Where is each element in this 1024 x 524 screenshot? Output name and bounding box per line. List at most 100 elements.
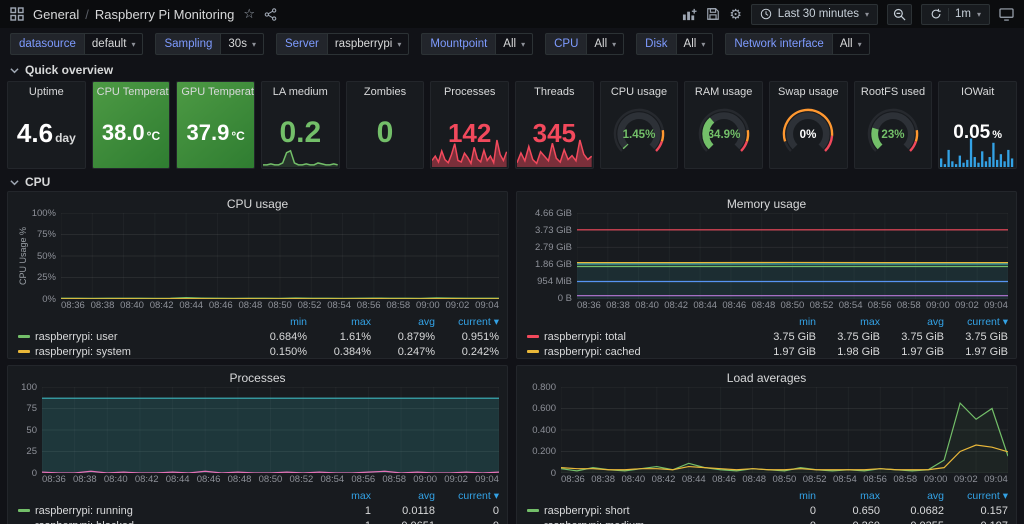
x-tick-label: 09:04 [475, 300, 499, 311]
x-tick-label: 09:00 [413, 474, 437, 485]
stat-content: 38.0°C [93, 98, 170, 168]
panel-title[interactable]: RAM usage [685, 82, 762, 98]
legend-sort-min[interactable]: min [752, 316, 816, 328]
panel-title[interactable]: CPU usage [601, 82, 678, 98]
variable-value-dropdown[interactable]: All ▾ [676, 33, 714, 55]
stat-value: 0.05% [953, 122, 1002, 144]
panel-title[interactable]: IOWait [939, 82, 1016, 98]
legend-sort-current[interactable]: current ▾ [944, 316, 1008, 328]
variable-current-value: All [684, 38, 697, 50]
row-toggle-quick-overview[interactable]: Quick overview [0, 61, 1024, 79]
zoom-out-button[interactable] [887, 4, 912, 25]
legend-series-name[interactable]: raspberrypi: total [544, 331, 626, 343]
legend-series-name[interactable]: raspberrypi: system [35, 346, 131, 358]
variable-current-value: All [503, 38, 516, 50]
panel-title[interactable]: Zombies [347, 82, 424, 98]
legend-series-name[interactable]: raspberrypi: user [35, 331, 118, 343]
button-divider [948, 8, 949, 21]
panel-title[interactable]: Threads [516, 82, 593, 98]
add-panel-icon[interactable] [682, 7, 697, 22]
panel-title[interactable]: Swap usage [770, 82, 847, 98]
legend-sort-max[interactable]: max [307, 490, 371, 502]
save-dashboard-icon[interactable] [706, 7, 720, 21]
legend-series-swatch[interactable] [527, 509, 539, 512]
row-toggle-cpu[interactable]: CPU [0, 173, 1024, 191]
x-tick-label: 08:58 [893, 474, 917, 485]
legend-sort-min[interactable]: min [752, 490, 816, 502]
x-tick-label: 08:54 [833, 474, 857, 485]
breadcrumb-dashboard-title[interactable]: Raspberry Pi Monitoring [95, 7, 234, 22]
panel-title[interactable]: Processes [431, 82, 508, 98]
chevron-down-icon: ▾ [701, 40, 705, 49]
panel-title[interactable]: Uptime [8, 82, 85, 98]
x-tick-label: 08:38 [91, 300, 115, 311]
star-icon[interactable]: ☆ [243, 6, 255, 22]
x-tick-label: 08:50 [268, 300, 292, 311]
legend-series-swatch[interactable] [18, 335, 30, 338]
legend-series-swatch[interactable] [527, 350, 539, 353]
stat-panel-cpu-usage: CPU usage 1.45% [600, 81, 679, 169]
legend-sort-avg[interactable]: avg [880, 316, 944, 328]
x-tick-label: 08:56 [351, 474, 375, 485]
legend-series-swatch[interactable] [527, 335, 539, 338]
legend-sort-avg[interactable]: avg [371, 490, 435, 502]
legend-sort-current[interactable]: current ▾ [944, 490, 1008, 502]
legend-sort-min[interactable]: min [243, 316, 307, 328]
panel-title[interactable]: CPU Temperat... [93, 82, 170, 98]
legend-series-name[interactable]: raspberrypi: medium [544, 520, 644, 524]
legend-sort-max[interactable]: max [816, 490, 880, 502]
plot-area[interactable] [577, 213, 1008, 299]
panel-title[interactable]: Processes [16, 369, 499, 387]
legend-sort-current[interactable]: current ▾ [435, 316, 499, 328]
variable-value-dropdown[interactable]: All▾ [495, 33, 533, 55]
legend-sort-max[interactable]: max [307, 316, 371, 328]
panel-title[interactable]: LA medium [262, 82, 339, 98]
chevron-down-icon: ▾ [977, 10, 981, 19]
panel-title[interactable]: Load averages [525, 369, 1008, 387]
legend-sort-avg[interactable]: avg [880, 490, 944, 502]
panel-title[interactable]: CPU usage [16, 195, 499, 213]
variable-value-dropdown[interactable]: default▾ [84, 33, 144, 55]
legend-value: 0.197 [944, 520, 1008, 524]
time-range-picker[interactable]: Last 30 minutes ▾ [751, 4, 878, 25]
plot-area[interactable] [61, 213, 499, 299]
panel-title[interactable]: RootFS used [855, 82, 932, 98]
panel-title[interactable]: GPU Temperat... [177, 82, 254, 98]
legend-series-swatch[interactable] [18, 350, 30, 353]
legend-header: minmaxavgcurrent ▾ [16, 314, 499, 329]
plot-area[interactable] [42, 387, 499, 473]
variable-value-dropdown[interactable]: All▾ [832, 33, 870, 55]
legend-row: raspberrypi: cached1.97 GiB1.98 GiB1.97 … [525, 344, 1008, 358]
plot-area[interactable] [561, 387, 1008, 473]
variable-value-dropdown[interactable]: All▾ [586, 33, 624, 55]
legend-header: maxavgcurrent ▾ [16, 488, 499, 503]
gauge-value: 1.45% [623, 129, 656, 141]
x-axis-ticks: 08:3608:3808:4008:4208:4408:4608:4808:50… [577, 299, 1008, 312]
breadcrumb-folder[interactable]: General [33, 7, 79, 22]
stat-panel-ram-usage: RAM usage 34.9% [684, 81, 763, 169]
legend-series-name[interactable]: raspberrypi: short [544, 505, 630, 517]
refresh-button[interactable]: 1m ▾ [921, 4, 990, 25]
x-tick-label: 08:38 [606, 300, 630, 311]
legend-series-swatch[interactable] [18, 509, 30, 512]
chevron-down-icon: ▾ [865, 10, 869, 19]
x-tick-label: 09:04 [475, 474, 499, 485]
legend-series-name[interactable]: raspberrypi: blocked [35, 520, 134, 524]
x-tick-label: 08:40 [104, 474, 128, 485]
legend-series-name[interactable]: raspberrypi: running [35, 505, 133, 517]
gauge: 34.9% [687, 107, 761, 159]
dashboard-settings-icon[interactable]: ⚙ [729, 6, 742, 23]
dashboards-grid-icon[interactable] [10, 7, 24, 21]
cycle-view-mode-icon[interactable] [999, 8, 1014, 21]
panel-title[interactable]: Memory usage [525, 195, 1008, 213]
legend-value: 0.951% [435, 331, 499, 343]
legend-sort-avg[interactable]: avg [371, 316, 435, 328]
chart-canvas [561, 387, 1008, 473]
x-tick-label: 08:46 [197, 474, 221, 485]
legend-series-name[interactable]: raspberrypi: cached [544, 346, 641, 358]
legend-sort-max[interactable]: max [816, 316, 880, 328]
legend-sort-current[interactable]: current ▾ [435, 490, 499, 502]
variable-value-dropdown[interactable]: 30s▾ [220, 33, 264, 55]
variable-value-dropdown[interactable]: raspberrypi▾ [327, 33, 410, 55]
share-icon[interactable] [264, 8, 277, 21]
